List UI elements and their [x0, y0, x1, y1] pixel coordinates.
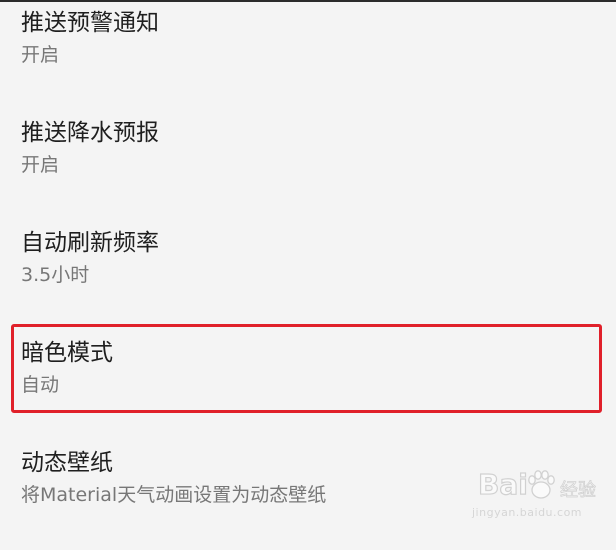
setting-push-warning[interactable]: 推送预警通知 开启 [0, 0, 616, 110]
setting-summary: 开启 [21, 43, 59, 67]
setting-title: 推送降水预报 [21, 119, 159, 147]
setting-push-precipitation[interactable]: 推送降水预报 开启 [0, 110, 616, 220]
setting-live-wallpaper[interactable]: 动态壁纸 将Material天气动画设置为动态壁纸 [0, 440, 616, 550]
setting-refresh-frequency[interactable]: 自动刷新频率 3.5小时 [0, 220, 616, 330]
setting-dark-mode[interactable]: 暗色模式 自动 [0, 330, 616, 440]
setting-summary: 将Material天气动画设置为动态壁纸 [21, 483, 326, 507]
setting-title: 暗色模式 [21, 339, 113, 367]
setting-title: 动态壁纸 [21, 449, 113, 477]
setting-title: 推送预警通知 [21, 9, 159, 37]
setting-title: 自动刷新频率 [21, 229, 159, 257]
setting-summary: 3.5小时 [21, 263, 89, 287]
settings-list: 推送预警通知 开启 推送降水预报 开启 自动刷新频率 3.5小时 暗色模式 自动… [0, 0, 616, 538]
setting-summary: 开启 [21, 153, 59, 177]
setting-summary: 自动 [21, 373, 59, 397]
